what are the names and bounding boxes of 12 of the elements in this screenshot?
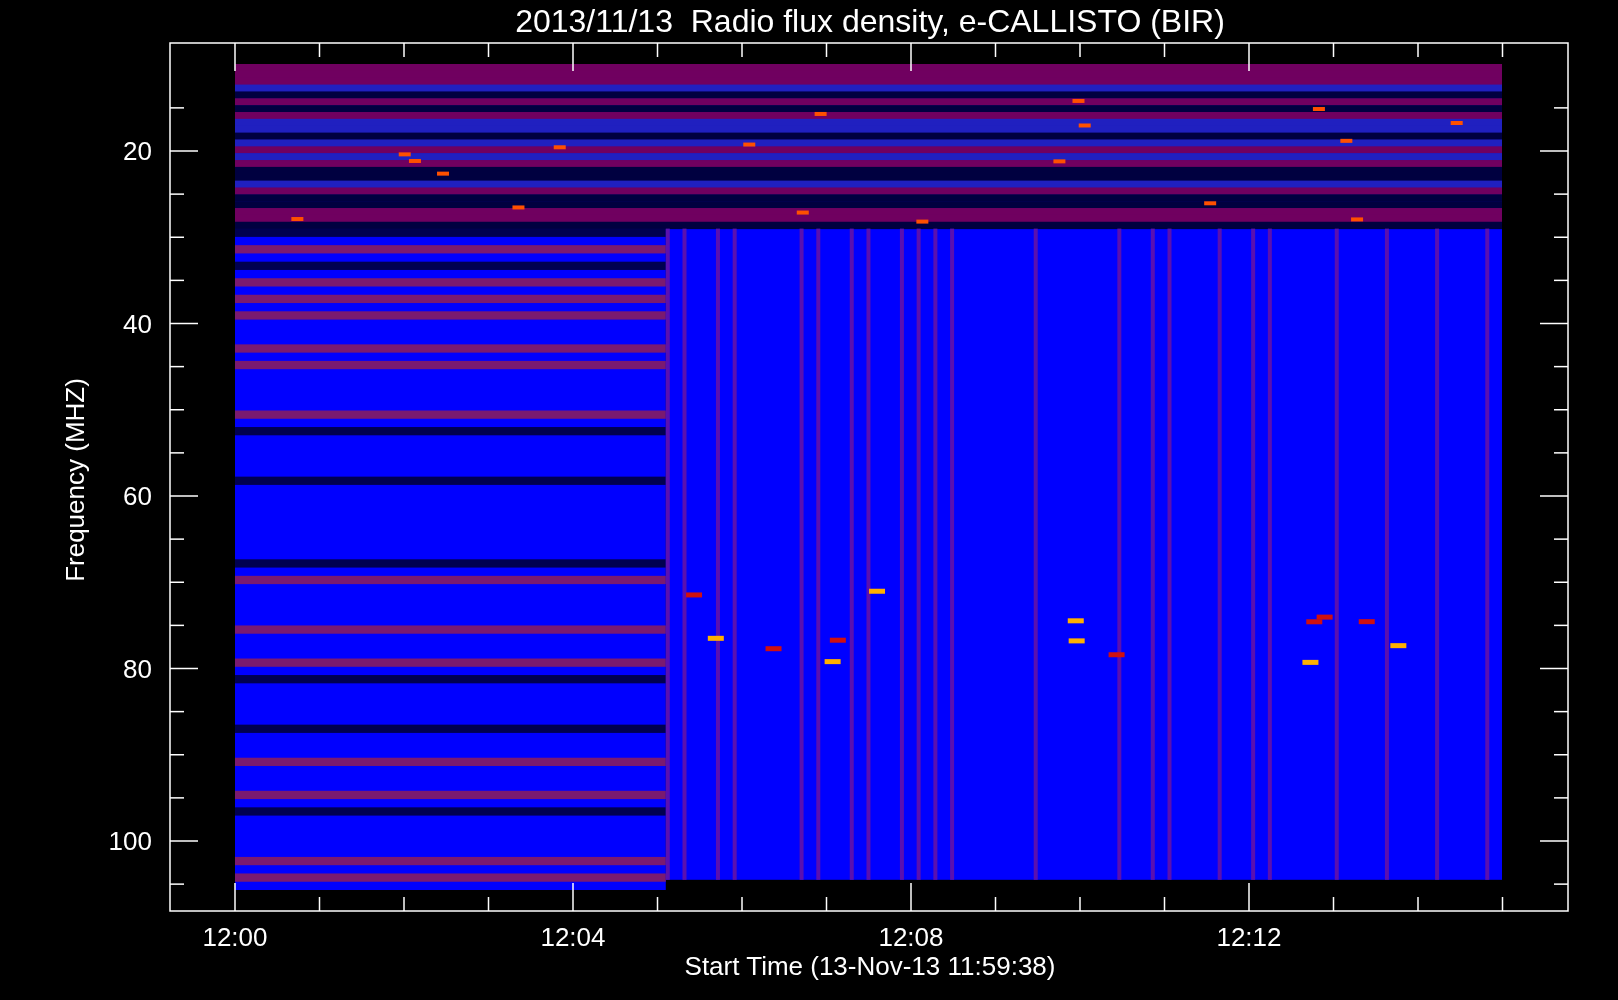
x-tick-label: 12:04 bbox=[540, 922, 606, 952]
y-tick-label: 80 bbox=[123, 653, 152, 684]
x-axis-label: Start Time (13-Nov-13 11:59:38) bbox=[684, 951, 1056, 981]
y-axis-label: Frequency (MHZ) bbox=[60, 378, 90, 582]
y-tick-label: 20 bbox=[123, 136, 152, 166]
x-tick-label: 12:00 bbox=[202, 922, 268, 952]
x-tick-label: 12:08 bbox=[878, 922, 944, 952]
chart-title: 2013/11/13 Radio flux density, e-CALLISTO (BIR) bbox=[515, 3, 1225, 39]
y-tick-label: 40 bbox=[123, 308, 152, 339]
y-tick-label: 100 bbox=[108, 826, 152, 856]
x-tick-label: 12:12 bbox=[1216, 922, 1282, 952]
y-tick-label: 60 bbox=[123, 481, 152, 511]
